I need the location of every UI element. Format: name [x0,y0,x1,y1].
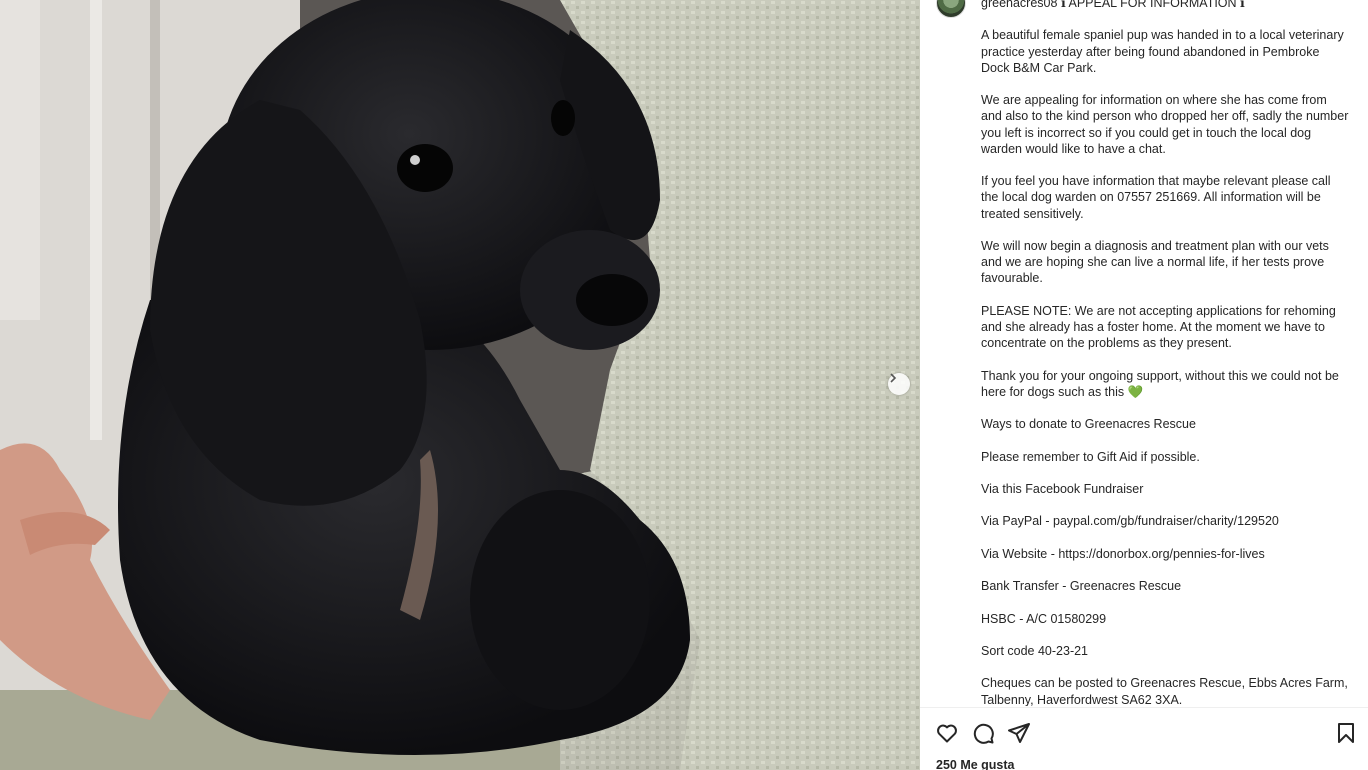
username-link[interactable]: greenacres08 [981,0,1057,10]
caption-header: greenacres08 ℹ APPEAL FOR INFORMATION ℹ [981,0,1351,11]
caption-paragraph: Via Website - https://donorbox.org/penni… [981,546,1265,561]
caption-paragraph: Bank Transfer - Greenacres Rescue [981,579,1182,594]
comment-icon [973,723,994,744]
comment-button[interactable] [971,721,995,745]
share-icon [1008,723,1030,743]
caption-paragraph: Via PayPal - paypal.com/gb/fundraiser/ch… [981,514,1279,529]
share-button[interactable] [1007,721,1031,745]
bookmark-icon [1338,723,1354,743]
save-button[interactable] [1334,721,1358,745]
caption-paragraph: A beautiful female spaniel pup was hande… [981,28,1344,75]
chevron-right-icon [890,373,897,383]
info-icon: ℹ [1060,0,1066,10]
puppy-photo [0,0,920,770]
post-details-panel: greenacres08 ℹ APPEAL FOR INFORMATION ℹ … [920,0,1368,770]
caption-paragraph: HSBC - A/C 01580299 [981,611,1107,626]
caption-paragraph: PLEASE NOTE: We are not accepting applic… [981,303,1336,351]
caption-paragraph: Ways to donate to Greenacres Rescue [981,417,1196,432]
post-caption: greenacres08 ℹ APPEAL FOR INFORMATION ℹ … [981,0,1351,706]
info-icon: ℹ [1240,0,1245,10]
caption-scroll-area[interactable]: greenacres08 ℹ APPEAL FOR INFORMATION ℹ … [920,0,1368,706]
avatar[interactable] [936,0,966,18]
caption-paragraph: We will now begin a diagnosis and treatm… [981,238,1329,286]
post-photo [0,0,920,770]
like-button[interactable] [935,721,959,745]
caption-paragraph: Please remember to Gift Aid if possible. [981,449,1200,464]
caption-paragraph: If you feel you have information that ma… [981,174,1331,221]
caption-paragraph: We are appealing for information on wher… [981,93,1349,156]
caption-paragraph: Sort code 40-23-21 [981,643,1089,658]
next-photo-button[interactable] [888,373,910,395]
caption-paragraph: Thank you for your ongoing support, with… [981,368,1339,399]
caption-paragraph: Via this Facebook Fundraiser [981,481,1144,496]
likes-count[interactable]: 250 Me gusta [936,758,1015,770]
heart-icon [937,724,957,743]
caption-paragraph: Cheques can be posted to Greenacres Resc… [981,676,1348,706]
post-actions-bar: 250 Me gusta [920,707,1368,770]
caption-title: APPEAL FOR INFORMATION [1068,0,1237,10]
